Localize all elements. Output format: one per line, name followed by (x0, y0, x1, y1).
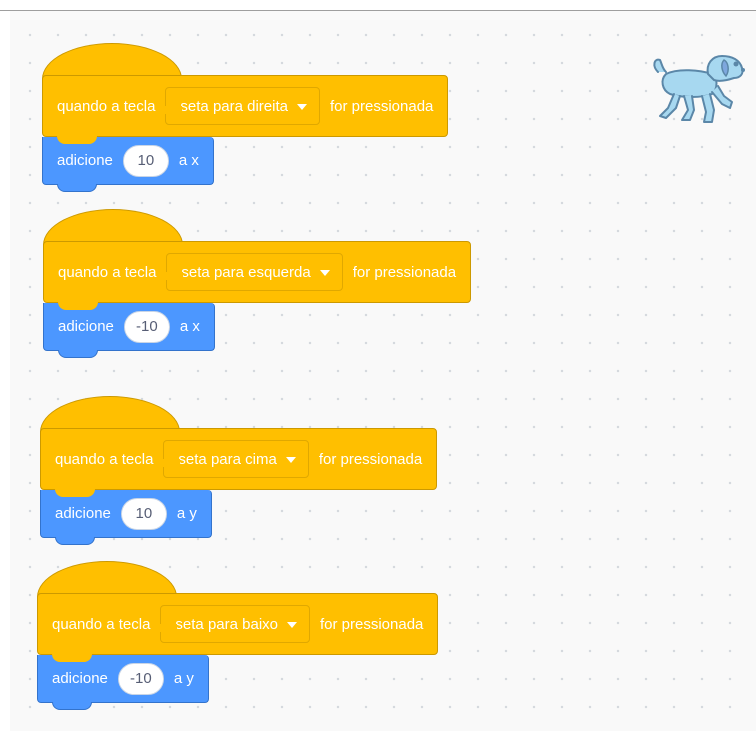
dropdown-caret-icon (319, 270, 330, 276)
motion-label: adicione (52, 670, 108, 687)
value-input[interactable]: -10 (123, 310, 170, 343)
dog-sprite-icon[interactable] (648, 50, 748, 130)
motion-label: adicione (58, 318, 114, 335)
value-input[interactable]: 10 (120, 497, 167, 530)
hat-prefix-label: quando a tecla (58, 263, 157, 281)
axis-label: a x (178, 152, 199, 169)
change-x-block[interactable]: adicione 10 a x (42, 136, 214, 192)
key-dropdown-value: seta para esquerda (181, 263, 311, 281)
change-x-block[interactable]: adicione -10 a x (43, 302, 215, 358)
when-key-pressed-block[interactable]: quando a tecla seta para baixo for press… (37, 593, 439, 655)
hat-suffix-label: for pressionada (352, 263, 457, 281)
block-notch (57, 136, 97, 144)
key-dropdown-value: seta para cima (178, 450, 277, 468)
key-dropdown[interactable]: seta para direita (165, 87, 320, 125)
when-key-pressed-block[interactable]: quando a tecla seta para cima for pressi… (40, 428, 438, 490)
motion-label: adicione (57, 152, 113, 169)
hat-prefix-label: quando a tecla (52, 615, 151, 633)
axis-label: a y (173, 670, 194, 687)
value-input[interactable]: -10 (117, 662, 164, 695)
code-workspace[interactable]: quando a tecla seta para direita for pre… (10, 11, 756, 731)
when-key-pressed-block[interactable]: quando a tecla seta para direita for pre… (42, 75, 449, 137)
dropdown-caret-icon (285, 457, 296, 463)
block-notch (55, 489, 95, 497)
block-tab (57, 184, 97, 192)
hat-prefix-label: quando a tecla (55, 450, 154, 468)
value-input[interactable]: 10 (122, 144, 169, 177)
dropdown-caret-icon (297, 104, 307, 110)
block-notch (58, 302, 98, 310)
hat-prefix-label: quando a tecla (57, 97, 156, 115)
key-dropdown-value: seta para baixo (175, 615, 278, 633)
motion-label: adicione (55, 505, 111, 522)
block-tab (55, 537, 95, 545)
change-y-block[interactable]: adicione -10 a y (37, 654, 209, 710)
key-dropdown-value: seta para direita (180, 97, 288, 115)
hat-suffix-label: for pressionada (318, 450, 423, 468)
when-key-pressed-block[interactable]: quando a tecla seta para esquerda for pr… (43, 241, 472, 303)
dropdown-caret-icon (287, 622, 297, 628)
hat-suffix-label: for pressionada (330, 97, 434, 115)
change-y-block[interactable]: adicione 10 a y (40, 489, 212, 545)
block-tab (52, 702, 92, 710)
axis-label: a x (179, 318, 200, 335)
hat-suffix-label: for pressionada (320, 615, 424, 633)
block-notch (52, 654, 92, 662)
key-dropdown[interactable]: seta para cima (163, 440, 309, 478)
key-dropdown[interactable]: seta para esquerda (166, 253, 343, 291)
block-tab (58, 350, 98, 358)
key-dropdown[interactable]: seta para baixo (160, 605, 310, 643)
axis-label: a y (176, 505, 197, 522)
